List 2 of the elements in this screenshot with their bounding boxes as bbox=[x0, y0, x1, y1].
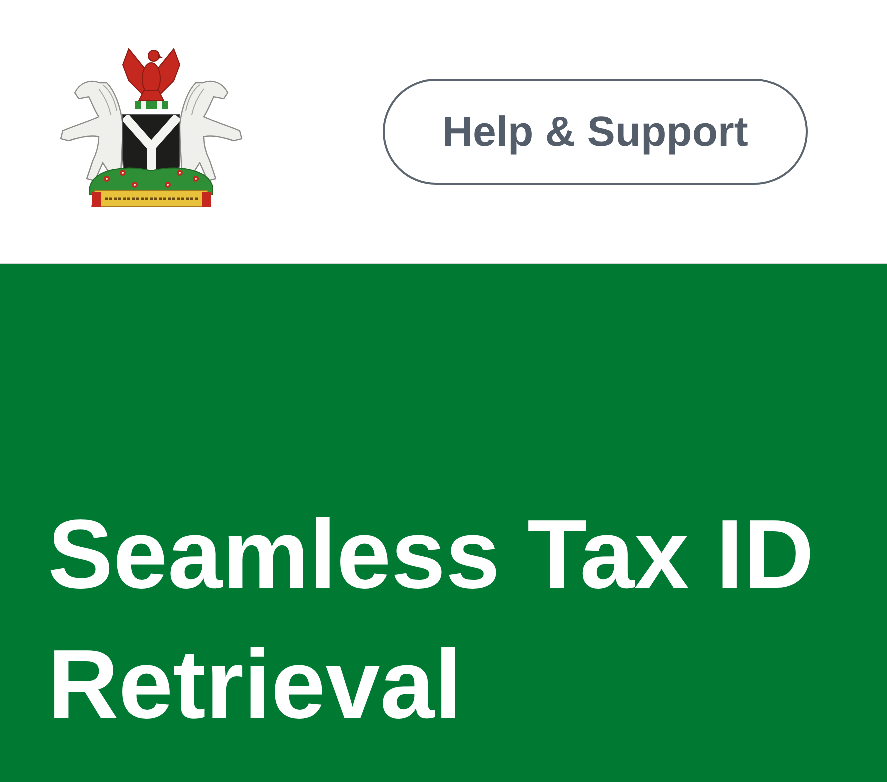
hero-title: Seamless Tax ID Retrieval bbox=[48, 498, 816, 741]
help-support-button[interactable]: Help & Support bbox=[383, 78, 808, 184]
